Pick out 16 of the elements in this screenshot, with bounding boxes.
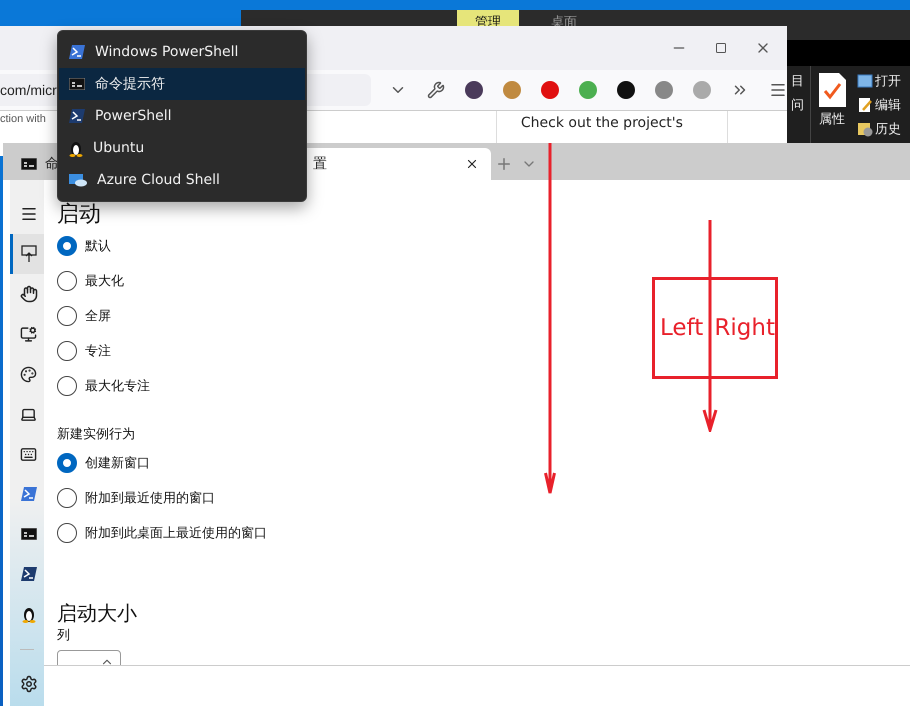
group-label: 新建实例行为 (57, 426, 136, 444)
annotation-label: Right (714, 314, 775, 342)
page-text: ction with (0, 112, 46, 125)
section-heading: 启动大小 (57, 600, 138, 626)
radio-label: 附加到此桌面上最近使用的窗口 (85, 524, 267, 542)
field-label: 列 (57, 627, 71, 645)
page-text: Check out the project's (520, 115, 683, 131)
radio-label: 最大化 (85, 272, 124, 290)
annotation-label: Left (660, 314, 704, 342)
radio-label: 默认 (85, 238, 111, 254)
radio-label: 最大化专注 (85, 378, 150, 394)
radio-label: 附加到最近使用的窗口 (85, 490, 215, 506)
radio-label: 专注 (85, 342, 111, 360)
radio-label: 创建新窗口 (85, 454, 150, 472)
section-heading: 启动 (57, 202, 102, 228)
radio-label: 全屏 (85, 308, 111, 324)
